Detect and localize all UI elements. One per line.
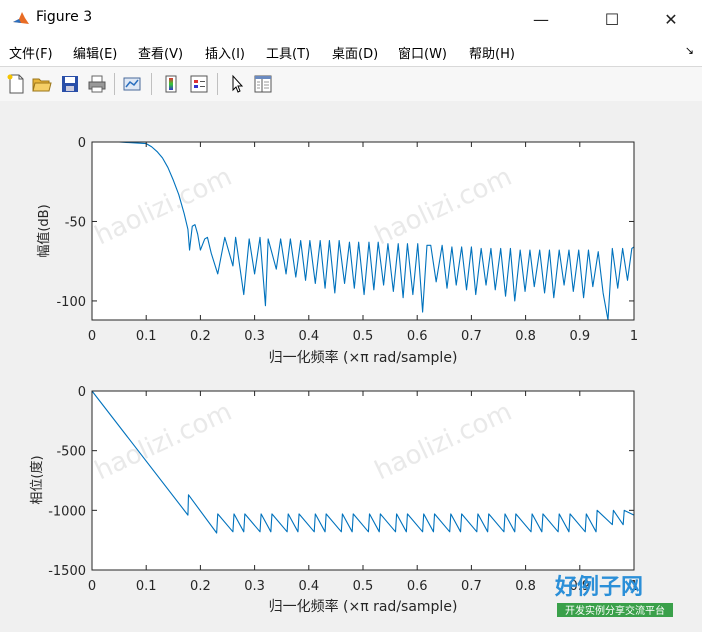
menu-file[interactable]: 文件(F) xyxy=(9,43,53,62)
menu-window[interactable]: 窗口(W) xyxy=(398,43,447,62)
dock-arrow-icon[interactable]: ↘ xyxy=(685,44,694,57)
close-button[interactable]: ✕ xyxy=(648,0,694,38)
menu-help[interactable]: 帮助(H) xyxy=(469,43,515,62)
magnitude-xlabel: 归一化频率 (×π rad/sample) xyxy=(269,349,458,366)
property-inspector-icon[interactable] xyxy=(252,73,274,95)
phase-xtick-label: 0.7 xyxy=(461,579,482,594)
insert-colorbar-icon[interactable] xyxy=(160,73,182,95)
magnitude-xtick-label: 0.1 xyxy=(136,329,157,344)
maximize-icon: ☐ xyxy=(604,9,620,29)
magnitude-xtick-label: 0 xyxy=(88,329,96,344)
magnitude-axes[interactable]: 0 0.1 0.2 0.3 0.4 0.5 0.6 0.7 0.8 0.9 1 0 -50 -100 幅值… xyxy=(36,136,638,366)
figure-canvas: 0 0.1 0.2 0.3 0.4 0.5 0.6 0.7 0.8 0.9 1 0 -50 -100 幅值… xyxy=(0,101,702,628)
magnitude-xtick-label: 0.6 xyxy=(407,329,428,344)
magnitude-xtick-label: 0.4 xyxy=(298,329,319,344)
magnitude-ylabel: 幅值(dB) xyxy=(36,204,52,257)
phase-xtick-label: 0.6 xyxy=(407,579,428,594)
new-figure-icon[interactable] xyxy=(5,73,27,95)
magnitude-xtick-label: 0.9 xyxy=(569,329,590,344)
phase-xtick-label: 0.1 xyxy=(136,579,157,594)
insert-legend-icon[interactable] xyxy=(188,73,210,95)
magnitude-xtick-label: 0.8 xyxy=(515,329,536,344)
close-icon: ✕ xyxy=(664,9,678,29)
menu-insert[interactable]: 插入(I) xyxy=(205,43,245,62)
phase-xtick-label: 0.2 xyxy=(190,579,211,594)
menu-tools[interactable]: 工具(T) xyxy=(266,43,310,62)
maximize-button[interactable]: ☐ xyxy=(589,0,635,38)
link-plot-icon[interactable] xyxy=(121,73,143,95)
figure-toolbar xyxy=(0,66,702,102)
phase-xtick-label: 0 xyxy=(88,579,96,594)
magnitude-ytick-label: -100 xyxy=(56,295,86,310)
magnitude-ytick-label: 0 xyxy=(78,136,86,151)
menu-desktop[interactable]: 桌面(D) xyxy=(332,43,378,62)
menu-edit[interactable]: 编辑(E) xyxy=(73,43,117,62)
magnitude-xtick-label: 0.7 xyxy=(461,329,482,344)
save-icon[interactable] xyxy=(59,73,81,95)
phase-xtick-label: 0.5 xyxy=(353,579,374,594)
phase-ytick-label: -1500 xyxy=(48,564,86,579)
magnitude-xtick-label: 1 xyxy=(630,329,638,344)
matlab-logo-icon xyxy=(13,12,29,24)
magnitude-xtick-label: 0.3 xyxy=(244,329,265,344)
menu-view[interactable]: 查看(V) xyxy=(138,43,183,62)
toolbar-separator xyxy=(114,73,115,95)
phase-xtick-label: 0.4 xyxy=(298,579,319,594)
phase-xtick-label: 0.9 xyxy=(569,579,590,594)
minimize-icon: — xyxy=(533,9,549,29)
magnitude-ytick-label: -50 xyxy=(65,215,86,230)
toolbar-separator xyxy=(151,73,152,95)
title-bar: Figure 3 — ☐ ✕ xyxy=(0,0,702,38)
minimize-button[interactable]: — xyxy=(518,0,564,38)
toolbar-separator xyxy=(217,73,218,95)
phase-xtick-label: 1 xyxy=(630,579,638,594)
print-icon[interactable] xyxy=(86,73,108,95)
window-title: Figure 3 xyxy=(36,9,93,25)
phase-ylabel: 相位(度) xyxy=(29,455,45,504)
phase-ytick-label: -1000 xyxy=(48,504,86,519)
pointer-icon[interactable] xyxy=(226,73,248,95)
menu-bar: 文件(F) 编辑(E) 查看(V) 插入(I) 工具(T) 桌面(D) 窗口(W… xyxy=(0,38,702,66)
phase-xlabel: 归一化频率 (×π rad/sample) xyxy=(269,598,458,615)
open-file-icon[interactable] xyxy=(31,73,53,95)
magnitude-xtick-label: 0.2 xyxy=(190,329,211,344)
phase-axes[interactable]: 0 0.1 0.2 0.3 0.4 0.5 0.6 0.7 0.8 0.9 1 0 -500 -1000 -… xyxy=(29,385,638,615)
phase-xtick-label: 0.3 xyxy=(244,579,265,594)
phase-ytick-label: 0 xyxy=(78,385,86,400)
magnitude-xtick-label: 0.5 xyxy=(353,329,374,344)
plots-svg: 0 0.1 0.2 0.3 0.4 0.5 0.6 0.7 0.8 0.9 1 0 -50 -100 幅值… xyxy=(29,136,638,615)
phase-xtick-label: 0.8 xyxy=(515,579,536,594)
phase-ytick-label: -500 xyxy=(56,445,86,460)
